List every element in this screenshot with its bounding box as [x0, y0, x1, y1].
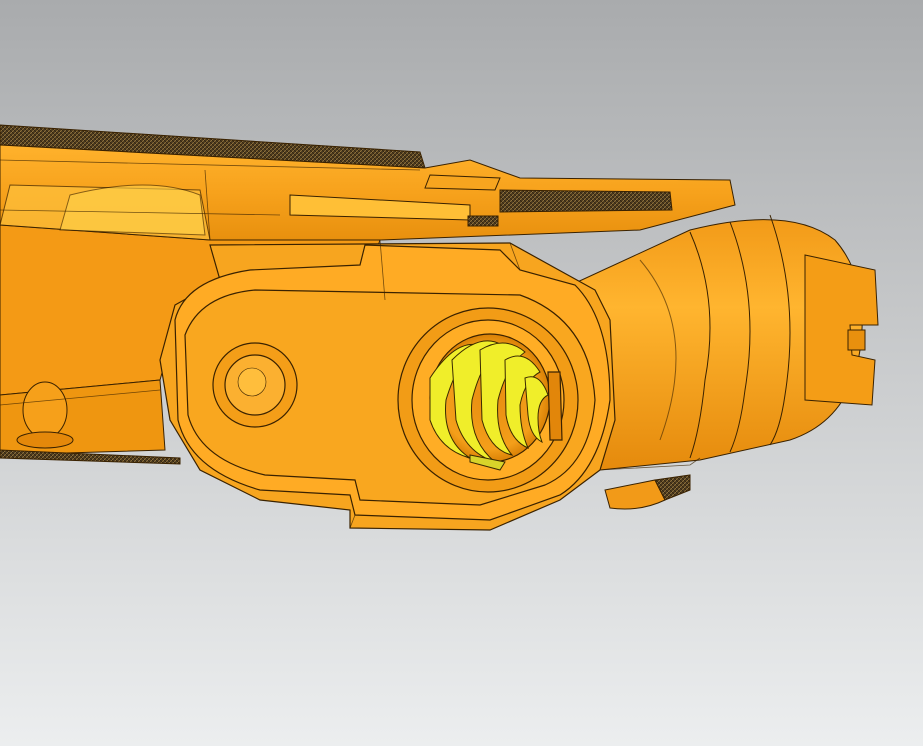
cad-3d-viewport[interactable] [0, 0, 923, 746]
front-plate [159, 242, 616, 531]
cad-model-render[interactable] [0, 0, 923, 746]
small-slot [467, 215, 499, 227]
rear-knurled-panel [499, 189, 673, 213]
rear-lug [804, 254, 879, 406]
